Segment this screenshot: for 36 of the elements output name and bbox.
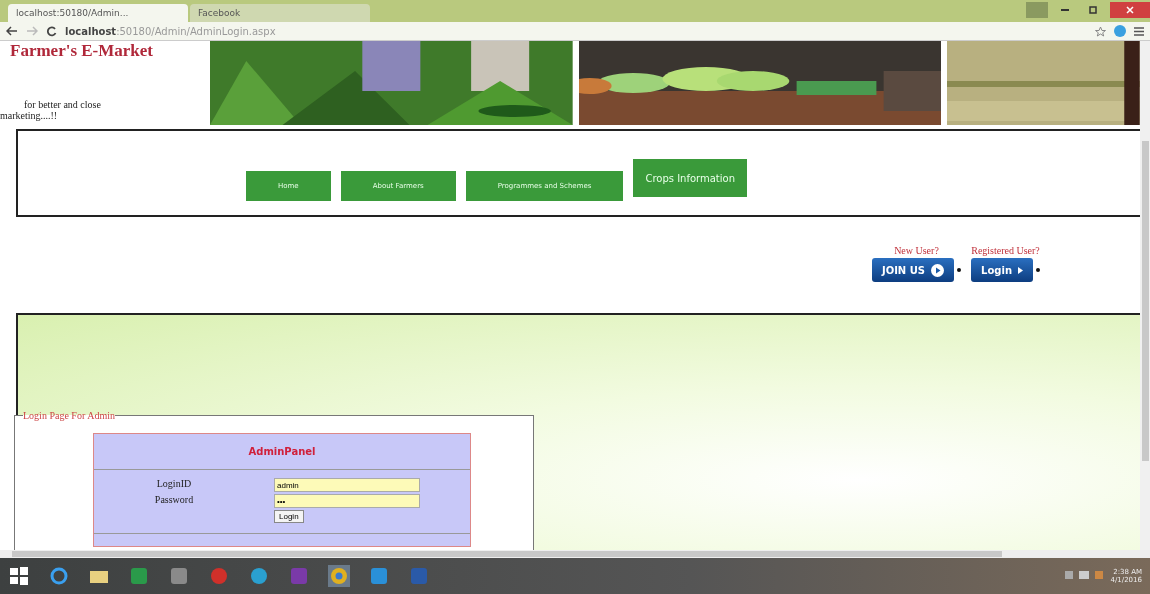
- field-label: LoginID: [155, 478, 193, 491]
- vertical-scrollbar[interactable]: [1140, 41, 1150, 550]
- site-tagline: for better and close marketing....!!: [0, 99, 102, 121]
- field-label: Password: [153, 494, 195, 507]
- browser-icon[interactable]: [48, 565, 70, 587]
- caret-icon: [1018, 266, 1023, 274]
- play-circle-icon: [931, 263, 945, 277]
- horizontal-scrollbar[interactable]: [0, 550, 1150, 558]
- star-icon[interactable]: [1095, 25, 1106, 37]
- extension-icon[interactable]: [1114, 25, 1126, 37]
- group-legend: Login Page For Admin: [23, 410, 115, 421]
- bullet-icon: [957, 268, 962, 272]
- login-button[interactable]: Login: [971, 258, 1033, 282]
- chrome-like-icon[interactable]: [328, 565, 350, 587]
- close-icon: [1126, 6, 1134, 14]
- panel-title: AdminPanel: [94, 434, 470, 470]
- tray-icons[interactable]: [1064, 571, 1105, 581]
- text-field[interactable]: admin: [274, 478, 420, 492]
- account-caption: New User?: [894, 245, 939, 256]
- join-button[interactable]: JOIN US: [871, 258, 955, 282]
- submit-button[interactable]: Login: [274, 510, 304, 523]
- reload-icon[interactable]: [46, 25, 57, 37]
- browser-tab[interactable]: Facebook: [190, 4, 370, 22]
- close-button[interactable]: [1110, 2, 1150, 18]
- store-icon[interactable]: [128, 565, 150, 587]
- account-caption: Registered User?: [971, 245, 1040, 256]
- bullet-icon: [1036, 268, 1040, 272]
- back-icon[interactable]: [6, 26, 18, 36]
- maximize-icon: [1089, 6, 1097, 14]
- browser-tab[interactable]: localhost:50180/Admin...: [8, 4, 188, 22]
- site-title: Farmer's E-Market: [10, 41, 155, 61]
- minimize-icon: [1061, 9, 1069, 11]
- windows-logo-icon[interactable]: [8, 565, 30, 587]
- password-field[interactable]: •••: [274, 494, 420, 508]
- forward-icon[interactable]: [26, 26, 38, 36]
- menu-icon[interactable]: [1134, 26, 1144, 36]
